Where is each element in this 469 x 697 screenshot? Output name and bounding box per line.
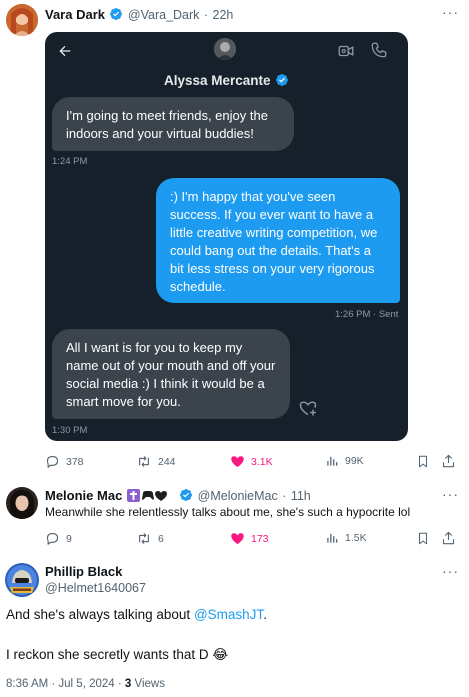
more-icon[interactable]: ··· (442, 563, 459, 579)
like-button[interactable]: 3.1K (230, 454, 273, 469)
author-name[interactable]: Melonie Mac (45, 488, 122, 503)
reply-button[interactable]: 9 (45, 531, 72, 546)
repost-icon (139, 533, 149, 544)
more-icon[interactable]: ··· (442, 486, 459, 502)
reply-count: 9 (66, 532, 72, 545)
repost-button[interactable]: 6 (136, 531, 164, 546)
dm-contact-header: Alyssa Mercante (45, 72, 408, 90)
views-label: Views (131, 678, 165, 690)
dm-message-time: 1:30 PM (52, 425, 88, 436)
post1-header: Vara Dark @Vara_Dark · 22h (45, 7, 234, 22)
avatar-image (6, 487, 38, 519)
post-text-line2: I reckon she secretly wants that D 😂 (6, 647, 229, 662)
reply-icon (46, 532, 59, 545)
verified-badge-icon (110, 8, 123, 20)
author-handle[interactable]: @MelonieMac (198, 489, 278, 503)
repost-count: 6 (158, 532, 164, 545)
views-button[interactable]: 1.5K (325, 531, 367, 545)
react-heart-plus-icon (299, 401, 317, 416)
mention-link[interactable]: @SmashJT (194, 607, 263, 622)
bookmark-icon[interactable] (416, 454, 430, 469)
share-icon[interactable] (441, 530, 456, 546)
reply-icon (46, 455, 59, 468)
repost-count: 244 (158, 455, 176, 468)
reply-button[interactable]: 378 (45, 454, 84, 469)
avatar-image (5, 563, 39, 597)
verified-badge-icon (180, 489, 193, 501)
repost-icon (139, 456, 149, 467)
share-icon[interactable] (441, 453, 456, 469)
views-count: 99K (345, 455, 364, 467)
video-call-icon (338, 45, 354, 57)
author-name[interactable]: Phillip Black (45, 564, 146, 580)
dm-message-time: 1:24 PM (52, 156, 88, 167)
post-time[interactable]: 11h (291, 489, 311, 503)
verified-badge-icon (276, 74, 288, 86)
post2-header: Melonie Mac @MelonieMac · 11h (45, 487, 311, 507)
views-count: 1.5K (345, 532, 367, 544)
post-text: Meanwhile she relentlessly talks about m… (45, 505, 411, 519)
post3-header: Phillip Black @Helmet1640067 (45, 564, 146, 596)
repost-button[interactable]: 244 (136, 454, 176, 469)
heart-icon (231, 533, 244, 545)
back-arrow-icon (59, 45, 71, 57)
like-button[interactable]: 173 (230, 531, 269, 546)
dm-screenshot[interactable]: Alyssa Mercante I'm going to meet friend… (45, 32, 408, 441)
post-text-line1: And she's always talking about @SmashJT. (6, 607, 267, 622)
avatar-phillip-black[interactable] (5, 563, 39, 597)
dm-contact-name: Alyssa Mercante (163, 73, 271, 88)
like-count: 173 (251, 532, 269, 545)
post-text-punct: . (263, 607, 267, 622)
author-name[interactable]: Vara Dark (45, 7, 105, 22)
avatar-vara-dark[interactable] (6, 4, 38, 36)
views-button[interactable]: 99K (325, 454, 364, 468)
more-icon[interactable]: ··· (442, 4, 459, 20)
like-count: 3.1K (251, 455, 273, 468)
post-meta: 8:36 AM · Jul 5, 2024 · 3 Views (6, 678, 165, 690)
views-icon (327, 456, 338, 466)
reply-count: 378 (66, 455, 84, 468)
dm-message-time: 1:26 PM · Sent (335, 309, 399, 320)
dm-contact-avatar (214, 38, 236, 60)
author-handle[interactable]: @Vara_Dark (128, 8, 200, 22)
avatar-image (6, 4, 38, 36)
phone-icon (371, 42, 387, 58)
dm-message-incoming: I'm going to meet friends, enjoy the ind… (52, 97, 294, 151)
heart-icon (231, 456, 244, 468)
views-icon (327, 533, 338, 543)
post-timestamp[interactable]: 8:36 AM · Jul 5, 2024 · (6, 678, 125, 690)
avatar-melonie-mac[interactable] (6, 487, 38, 519)
dm-message-incoming: All I want is for you to keep my name ou… (52, 329, 290, 419)
author-handle[interactable]: @Helmet1640067 (45, 580, 146, 596)
post-time[interactable]: 22h (213, 8, 234, 22)
dm-message-outgoing: :) I'm happy that you've seen success. I… (156, 178, 400, 303)
bookmark-icon[interactable] (416, 531, 430, 546)
post-text: And she's always talking about (6, 607, 194, 622)
